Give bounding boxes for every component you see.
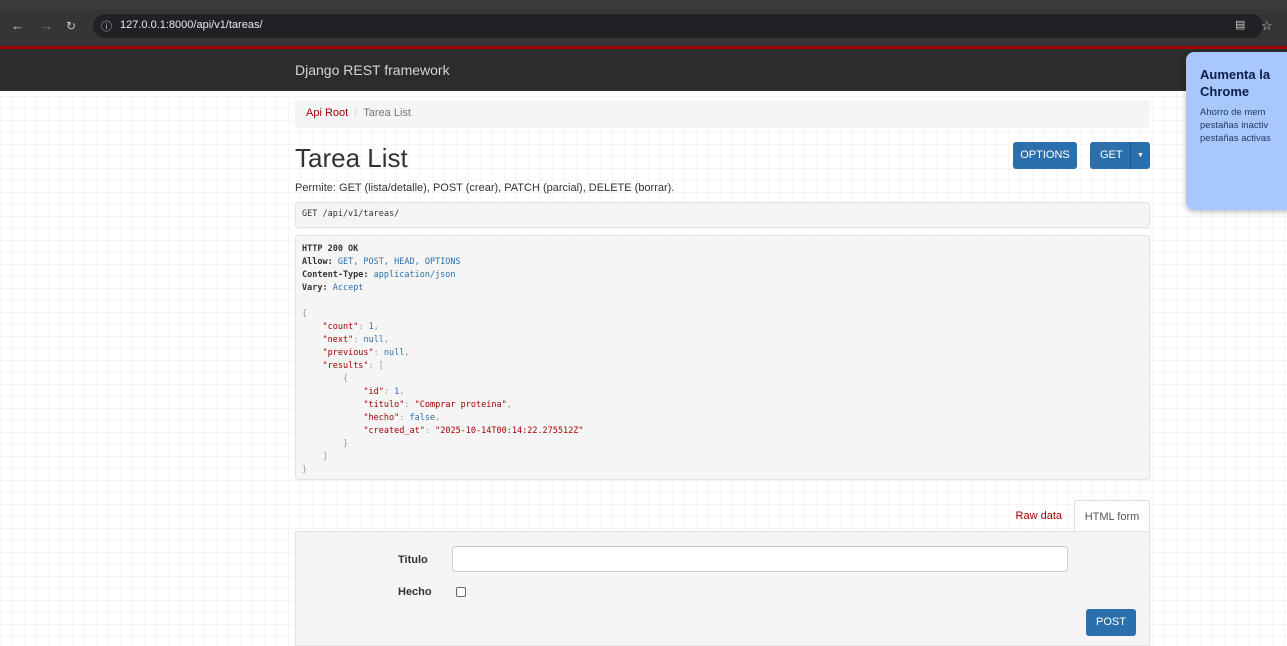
json-value: null [383,348,405,358]
chrome-promo-popup[interactable]: Aumenta la Chrome Ahorro de mem pestañas… [1186,52,1287,210]
caret-down-icon[interactable]: ▼ [1137,142,1144,169]
hecho-checkbox[interactable] [456,587,466,597]
navbar: Django REST framework [0,49,1287,91]
post-button[interactable]: POST [1086,609,1136,636]
json-key: "next" [322,335,354,345]
address-bar[interactable]: ⓘ 127.0.0.1:8000/api/v1/tareas/ [93,14,1263,38]
translate-icon[interactable]: ▤ [1235,18,1245,31]
breadcrumb-current: Tarea List [363,107,411,119]
json-key: "titulo" [363,400,405,410]
tab-html-form[interactable]: HTML form [1074,500,1150,532]
json-value: "Comprar proteína" [414,400,507,410]
json-brace: { [302,309,308,319]
post-form: Titulo Hecho POST [295,531,1150,646]
forward-icon[interactable]: → [40,18,53,34]
titulo-input[interactable] [452,546,1068,572]
endpoint-description: Permite: GET (lista/detalle), POST (crea… [295,182,675,194]
header-value: application/json [373,270,456,280]
json-key: "hecho" [363,413,400,423]
options-button[interactable]: OPTIONS [1013,142,1077,169]
json-value: "2025-10-14T00:14:22.275512Z" [435,426,584,436]
json-brace: { [342,374,349,384]
json-brace: } [302,465,308,475]
json-key: "previous" [322,348,374,358]
json-value: false [409,413,436,423]
popup-title: Aumenta la Chrome [1200,67,1271,99]
back-icon[interactable]: ← [11,18,24,34]
json-brace: } [342,439,349,449]
header-name: Vary: [302,283,328,293]
hecho-label: Hecho [398,586,432,598]
request-info: GET /api/v1/tareas/ [295,202,1150,228]
titulo-label: Titulo [398,554,428,566]
breadcrumb-separator: / [354,107,358,119]
json-value: null [363,335,384,345]
breadcrumb-api-root[interactable]: Api Root [306,107,348,119]
response-info: HTTP 200 OK Allow: GET, POST, HEAD, OPTI… [295,235,1150,480]
site-info-icon[interactable]: ⓘ [101,18,112,34]
request-line: GET /api/v1/tareas/ [302,209,400,219]
content-tabs: Raw data HTML form [295,500,1150,532]
button-divider [1130,142,1131,169]
get-button[interactable]: GET ▼ [1090,142,1150,169]
json-key: "id" [363,387,384,397]
header-value: GET, POST, HEAD, OPTIONS [337,257,461,267]
header-name: Content-Type: [302,270,369,280]
bookmark-star-icon[interactable]: ☆ [1261,18,1273,34]
json-key: "results" [322,361,369,371]
get-button-label: GET [1100,149,1123,161]
json-key: "created_at" [363,426,425,436]
header-value: Accept [332,283,364,293]
json-bracket: [ [378,361,384,371]
header-name: Allow: [302,257,333,267]
breadcrumb: Api Root / Tarea List [295,100,1150,128]
address-url[interactable]: 127.0.0.1:8000/api/v1/tareas/ [120,19,263,31]
tab-raw-data[interactable]: Raw data [1016,510,1062,522]
json-key: "count" [322,322,359,332]
json-bracket: ] [322,452,328,462]
navbar-brand[interactable]: Django REST framework [295,62,450,78]
response-status: HTTP 200 OK [302,244,359,254]
reload-icon[interactable]: ↻ [66,18,76,34]
browser-toolbar: ← → ↻ ⓘ 127.0.0.1:8000/api/v1/tareas/ ▤ … [0,0,1287,46]
popup-body: Ahorro de mem pestañas inactiv pestañas … [1200,107,1271,144]
